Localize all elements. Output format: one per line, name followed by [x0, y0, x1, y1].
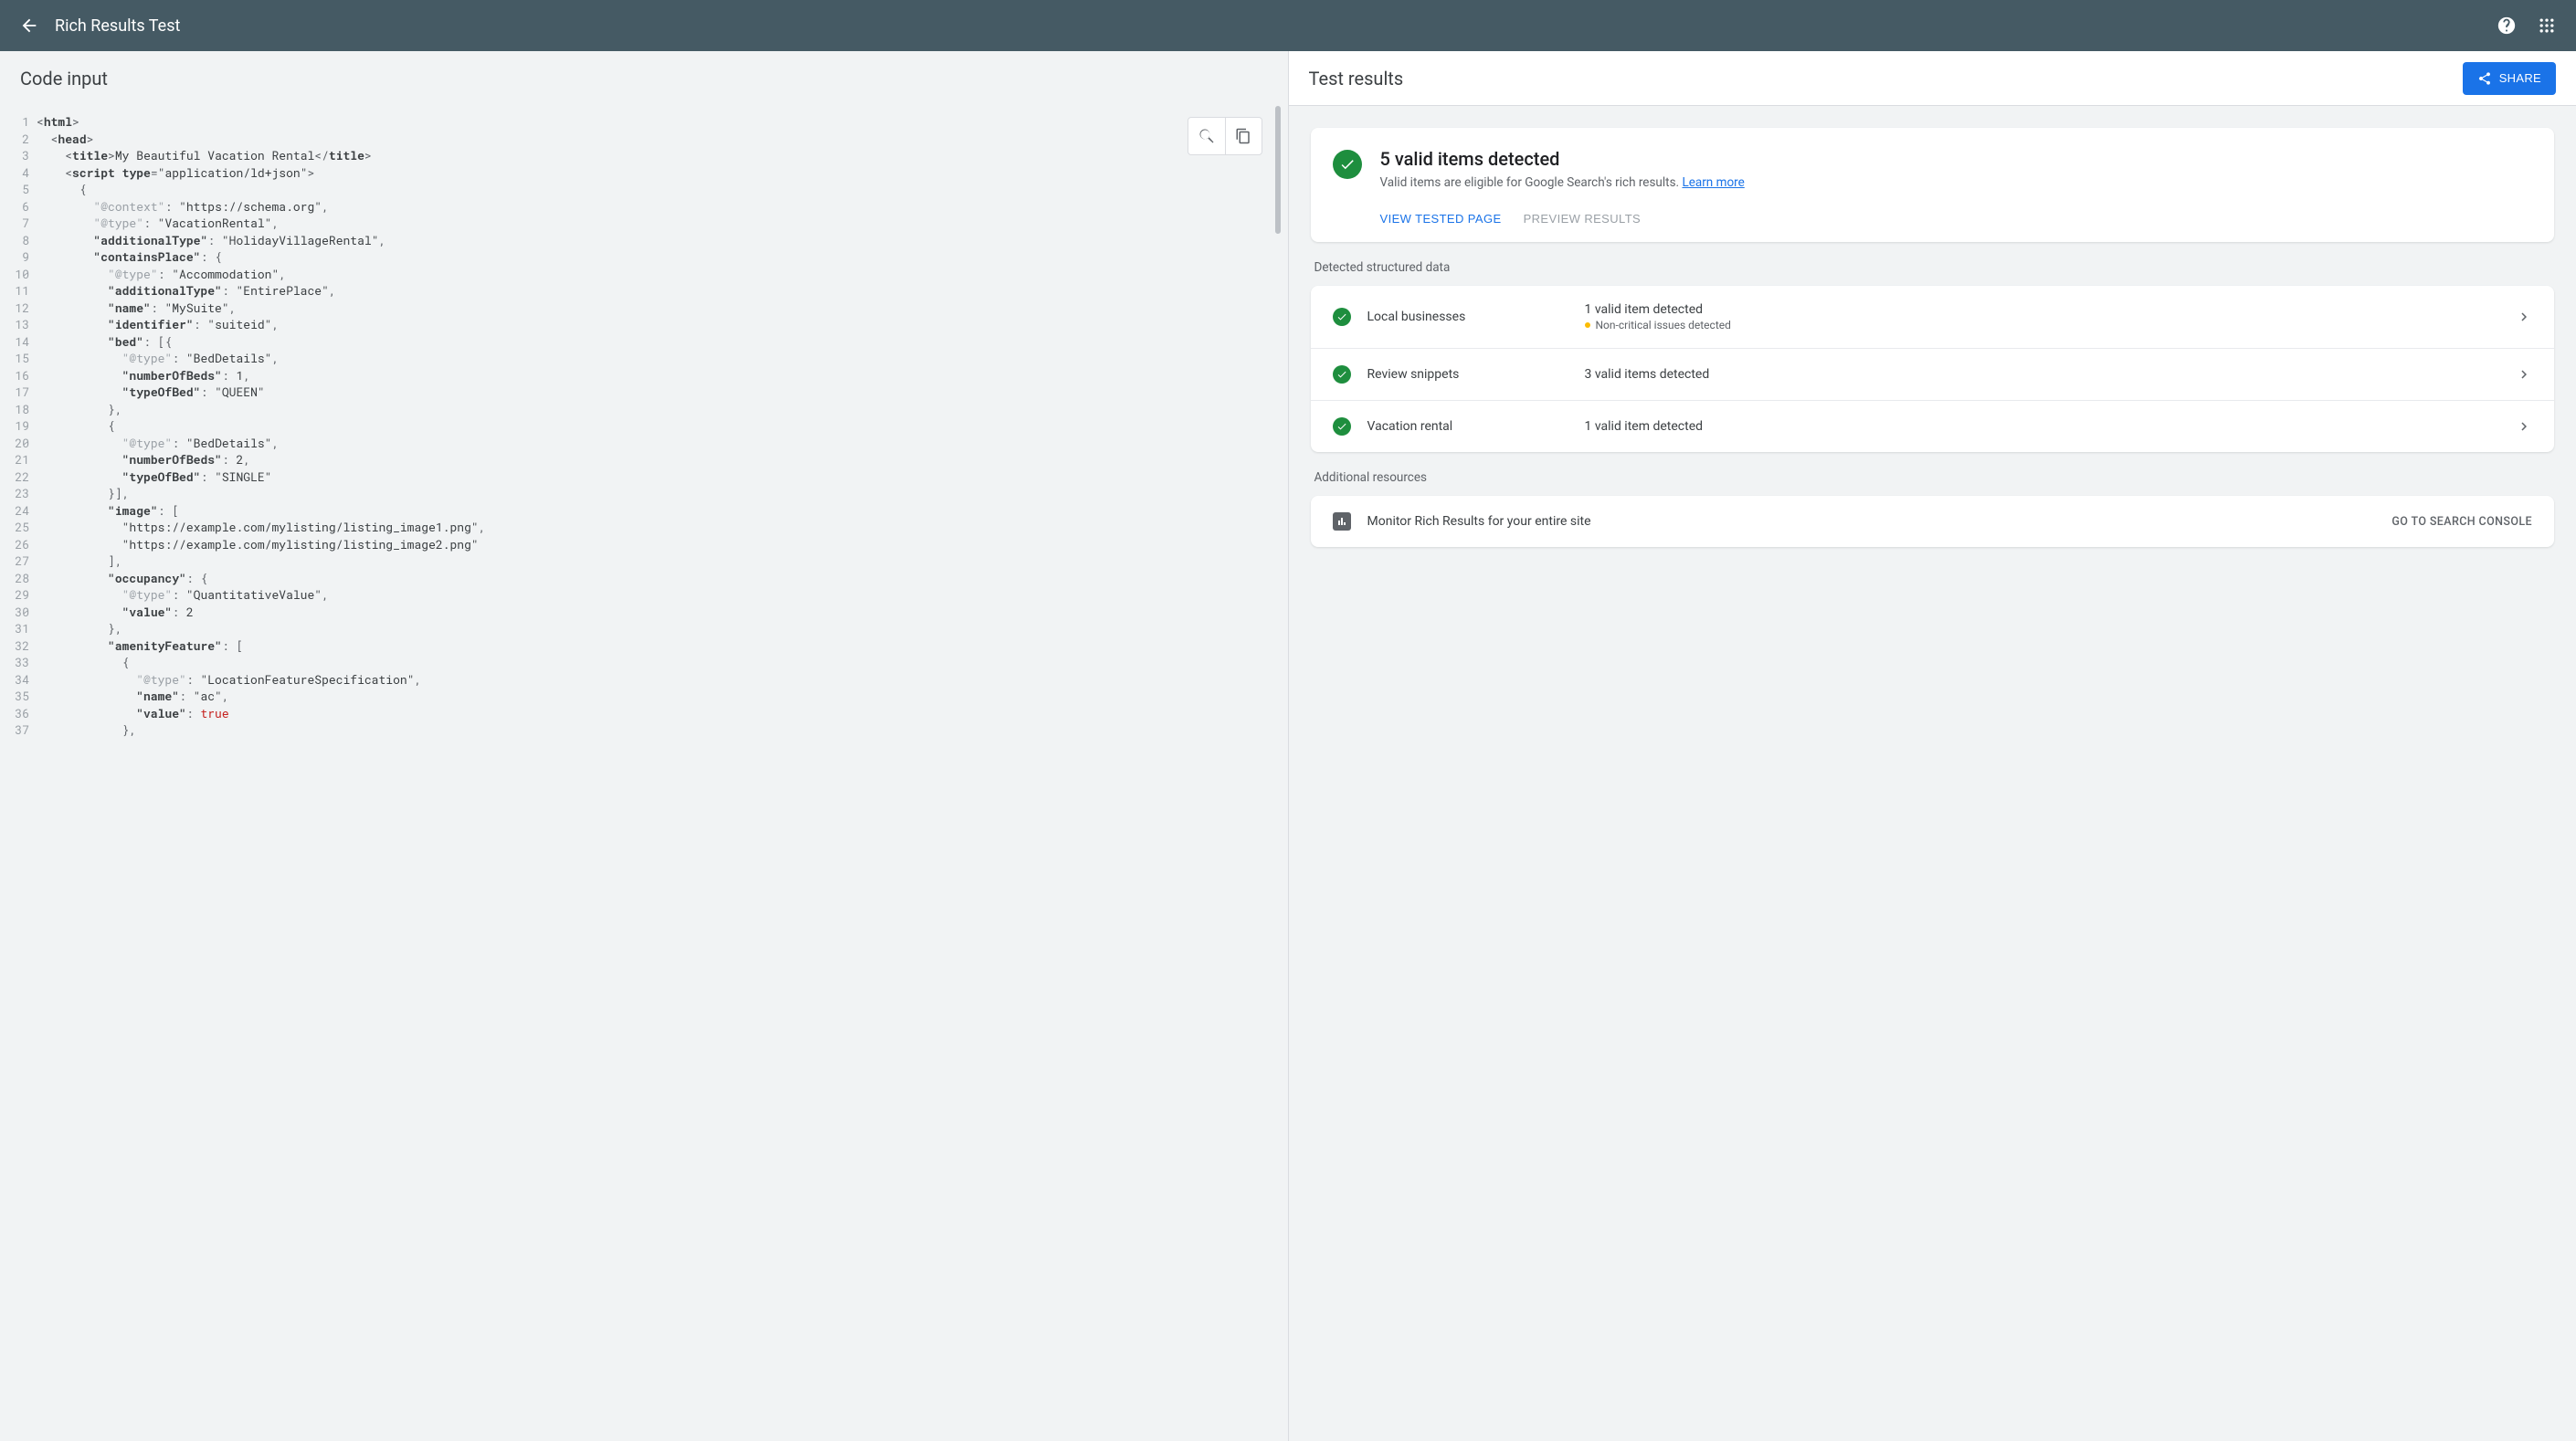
structured-data-list: Local businesses 1 valid item detected N… — [1311, 286, 2555, 452]
monitor-card: Monitor Rich Results for your entire sit… — [1311, 496, 2555, 547]
results-title: Test results — [1309, 68, 2463, 89]
line-gutter: 1234567891011121314151617181920212223242… — [0, 113, 37, 739]
share-button[interactable]: SHARE — [2463, 62, 2556, 95]
share-label: SHARE — [2499, 71, 2541, 85]
monitor-text: Monitor Rich Results for your entire sit… — [1367, 514, 2376, 529]
row-name: Local businesses — [1367, 310, 1568, 324]
row-name: Review snippets — [1367, 367, 1568, 382]
summary-card: 5 valid items detected Valid items are e… — [1311, 128, 2555, 242]
arrow-left-icon — [19, 16, 39, 36]
summary-check-icon — [1333, 150, 1362, 179]
back-button[interactable] — [11, 7, 48, 44]
learn-more-link[interactable]: Learn more — [1682, 175, 1744, 190]
row-note: Non-critical issues detected — [1585, 319, 2500, 331]
check-icon — [1339, 156, 1356, 173]
check-icon — [1336, 369, 1347, 380]
app-title: Rich Results Test — [55, 16, 2488, 36]
structured-data-row[interactable]: Review snippets 3 valid items detected — [1311, 348, 2555, 400]
row-check-icon — [1333, 308, 1351, 326]
apps-grid-icon — [2538, 16, 2556, 35]
code-input-title: Code input — [20, 68, 1268, 89]
help-icon — [2497, 16, 2517, 36]
chevron-right-icon — [2516, 366, 2532, 383]
additional-label: Additional resources — [1314, 470, 2555, 485]
share-icon — [2477, 71, 2492, 86]
row-status: 1 valid item detected Non-critical issue… — [1585, 302, 2500, 331]
chevron-right-icon — [2516, 309, 2532, 325]
main-content: Code input 12345678910111213141516171819… — [0, 51, 2576, 1441]
summary-sub: Valid items are eligible for Google Sear… — [1380, 175, 1745, 190]
check-icon — [1336, 311, 1347, 322]
app-bar: Rich Results Test — [0, 0, 2576, 51]
results-pane: Test results SHARE 5 valid items detecte… — [1289, 51, 2576, 1441]
structured-data-row[interactable]: Local businesses 1 valid item detected N… — [1311, 286, 2555, 348]
view-tested-page-button[interactable]: VIEW TESTED PAGE — [1380, 212, 1502, 226]
code-lines: <html> <head> <title>My Beautiful Vacati… — [37, 113, 1288, 739]
editor-toolbar — [1188, 117, 1262, 155]
row-status: 3 valid items detected — [1585, 367, 2500, 382]
chevron-right-icon — [2516, 418, 2532, 435]
preview-results-button: PREVIEW RESULTS — [1524, 212, 1642, 226]
code-editor[interactable]: 1234567891011121314151617181920212223242… — [0, 106, 1288, 1441]
structured-data-row[interactable]: Vacation rental 1 valid item detected — [1311, 400, 2555, 452]
help-button[interactable] — [2488, 7, 2525, 44]
scrollbar-thumb[interactable] — [1275, 106, 1281, 234]
copy-code-button[interactable] — [1225, 118, 1262, 154]
bar-chart-icon — [1333, 512, 1351, 531]
code-input-pane: Code input 12345678910111213141516171819… — [0, 51, 1289, 1441]
warning-dot-icon — [1585, 322, 1590, 328]
detected-label: Detected structured data — [1314, 260, 2555, 275]
row-status: 1 valid item detected — [1585, 419, 2500, 434]
apps-button[interactable] — [2528, 7, 2565, 44]
go-to-search-console-link[interactable]: GO TO SEARCH CONSOLE — [2391, 515, 2532, 529]
row-name: Vacation rental — [1367, 419, 1568, 434]
code-area: 1234567891011121314151617181920212223242… — [0, 106, 1288, 775]
copy-icon — [1235, 128, 1251, 144]
summary-headline: 5 valid items detected — [1380, 148, 1745, 170]
check-icon — [1336, 421, 1347, 432]
row-check-icon — [1333, 365, 1351, 384]
search-icon — [1198, 127, 1216, 145]
row-check-icon — [1333, 417, 1351, 436]
search-code-button[interactable] — [1188, 118, 1225, 154]
